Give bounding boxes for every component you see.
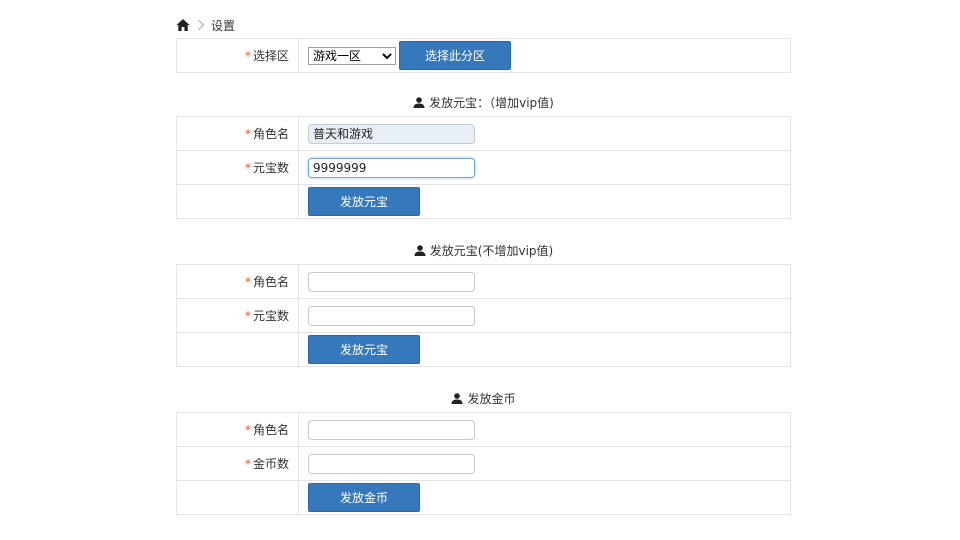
- section1-title: 发放元宝：（增加vip值): [176, 94, 791, 110]
- zone-select-row: * 选择区 游戏一区 选择此分区: [176, 38, 791, 73]
- user-icon: [413, 96, 425, 108]
- section1-submit-button[interactable]: 发放元宝: [308, 187, 420, 216]
- section1-form: *角色名 *元宝数 发放元宝: [176, 116, 791, 219]
- section2-name-input[interactable]: [308, 271, 475, 292]
- section3-submit-button[interactable]: 发放金币: [308, 483, 420, 512]
- empty-label-cell: [176, 480, 299, 515]
- required-marker: *: [244, 49, 251, 63]
- section2-submit-button[interactable]: 发放元宝: [308, 335, 420, 364]
- user-icon: [414, 244, 426, 256]
- amount-label-cell: * 元宝数: [176, 298, 299, 333]
- required-marker: *: [244, 457, 251, 471]
- section1-submit-row: 发放元宝: [176, 184, 791, 219]
- amount-label: 元宝数: [252, 309, 289, 323]
- breadcrumb-current: 设置: [211, 18, 236, 33]
- settings-page: 设置 * 选择区 游戏一区 选择此分区 发放元宝：（增加vip值) * 角色名 …: [0, 0, 960, 540]
- section2-form: * 角色名 * 元宝数 发放元宝: [176, 264, 791, 367]
- empty-label-cell: [176, 184, 299, 219]
- required-marker: *: [244, 127, 251, 141]
- name-label-cell: * 角色名: [176, 412, 299, 447]
- section3-name-input[interactable]: [308, 419, 475, 440]
- name-label: 角色名: [252, 275, 289, 289]
- section1-amount-row: * 元宝数: [176, 150, 791, 185]
- name-label-cell: * 角色名: [176, 264, 299, 299]
- zone-select-table: * 选择区 游戏一区 选择此分区: [176, 38, 791, 73]
- chevron-right-icon: [197, 19, 205, 31]
- name-value-cell: [298, 264, 791, 299]
- name-label-cell: * 角色名: [176, 116, 299, 151]
- section1-amount-input[interactable]: [308, 157, 475, 178]
- section3-title-text: 发放金币: [467, 391, 516, 406]
- section3-form: * 角色名 * 金币数 发放金币: [176, 412, 791, 515]
- section3-submit-row: 发放金币: [176, 480, 791, 515]
- home-icon[interactable]: [176, 18, 190, 32]
- amount-label-cell: * 元宝数: [176, 150, 299, 185]
- amount-label: 元宝数: [252, 161, 289, 175]
- submit-cell: 发放元宝: [298, 332, 791, 367]
- required-marker: *: [244, 161, 251, 175]
- amount-value-cell: [298, 150, 791, 185]
- amount-label-cell: * 金币数: [176, 446, 299, 481]
- section3-title: 发放金币: [176, 390, 791, 406]
- section2-submit-row: 发放元宝: [176, 332, 791, 367]
- section2-title: 发放元宝(不增加vip值): [176, 242, 791, 258]
- section2-amount-row: * 元宝数: [176, 298, 791, 333]
- required-marker: *: [244, 309, 251, 323]
- name-value-cell: [298, 412, 791, 447]
- section3-amount-input[interactable]: [308, 453, 475, 474]
- section2-title-text: 发放元宝(不增加vip值): [429, 243, 554, 258]
- zone-label: 选择区: [252, 49, 289, 63]
- name-value-cell: [298, 116, 791, 151]
- zone-value-cell: 游戏一区 选择此分区: [298, 38, 791, 73]
- amount-value-cell: [298, 298, 791, 333]
- section1-name-row: * 角色名: [176, 116, 791, 151]
- required-marker: *: [244, 275, 251, 289]
- submit-cell: 发放元宝: [298, 184, 791, 219]
- zone-select[interactable]: 游戏一区: [308, 46, 396, 65]
- select-zone-button[interactable]: 选择此分区: [399, 41, 511, 70]
- zone-label-cell: * 选择区: [176, 38, 299, 73]
- submit-cell: 发放金币: [298, 480, 791, 515]
- section1-name-input[interactable]: [308, 123, 475, 144]
- required-marker: *: [244, 423, 251, 437]
- section3-name-row: * 角色名: [176, 412, 791, 447]
- empty-label-cell: [176, 332, 299, 367]
- section2-name-row: * 角色名: [176, 264, 791, 299]
- amount-value-cell: [298, 446, 791, 481]
- user-icon: [451, 392, 463, 404]
- section3-amount-row: * 金币数: [176, 446, 791, 481]
- section1-title-text: 发放元宝：（增加vip值): [429, 95, 554, 110]
- name-label: 角色名: [252, 423, 289, 437]
- section2-amount-input[interactable]: [308, 305, 475, 326]
- amount-label: 金币数: [252, 457, 289, 471]
- name-label: 角色名: [252, 127, 289, 141]
- breadcrumb: 设置: [176, 17, 235, 33]
